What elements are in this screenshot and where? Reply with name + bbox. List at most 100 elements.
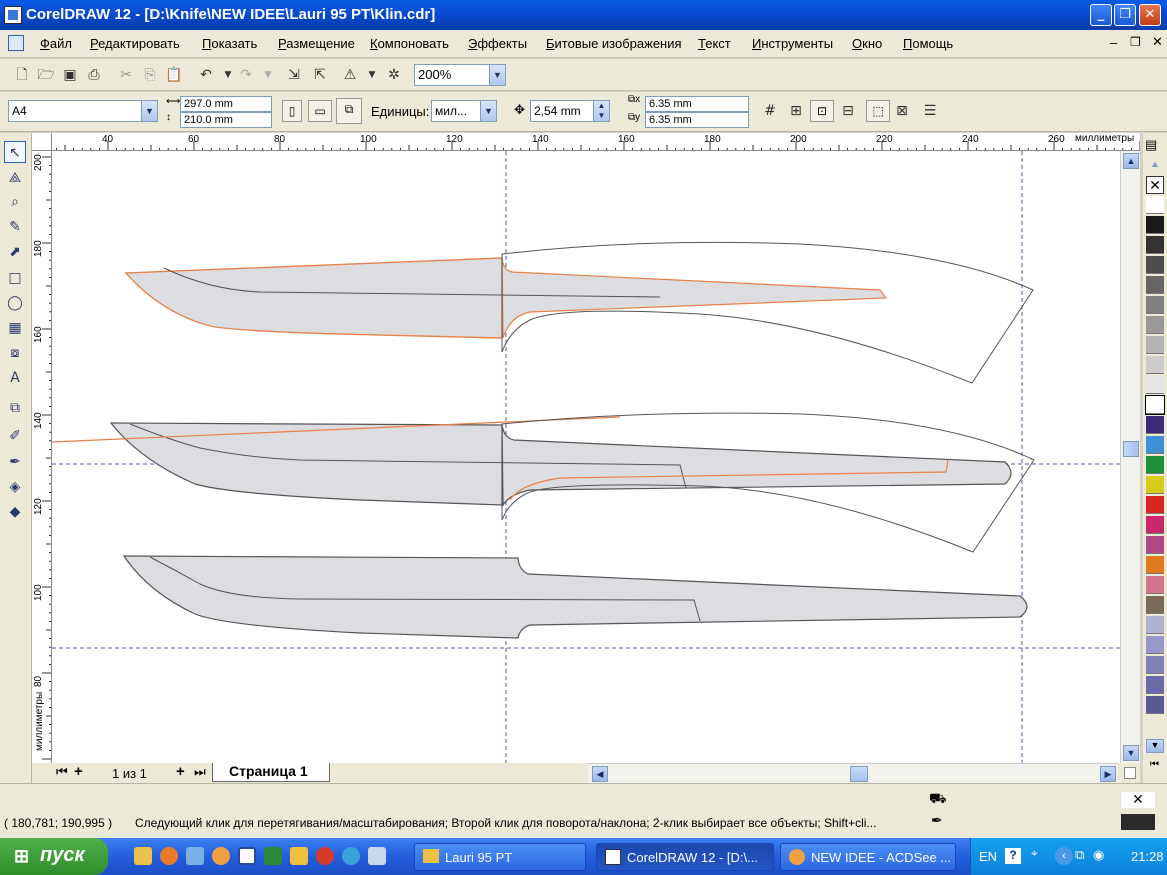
scroll-down-button[interactable]: ▼ — [1123, 745, 1139, 761]
color-swatch[interactable] — [1146, 436, 1164, 454]
ime-tray-icon[interactable]: ⌖ — [1031, 846, 1038, 861]
redo-icon[interactable]: ↷ — [236, 65, 256, 85]
acdsee-quick-icon[interactable] — [212, 847, 230, 865]
document-icon[interactable] — [8, 35, 24, 51]
knife-design-middle[interactable] — [52, 412, 1035, 553]
scroll-up-button[interactable]: ▲ — [1123, 153, 1139, 169]
landscape-button[interactable]: ▭ — [308, 100, 332, 122]
import-icon[interactable]: ⇲ — [284, 65, 304, 85]
snap-to-grid-icon[interactable]: # — [760, 101, 780, 121]
excel-quick-icon[interactable] — [264, 847, 282, 865]
snap-to-objects-button[interactable]: ⊡ — [810, 100, 834, 122]
export-icon[interactable]: ⇱ — [310, 65, 330, 85]
zoom-tool-icon[interactable]: ⌕ — [4, 191, 26, 213]
graph-paper-tool-icon[interactable]: ▦ — [4, 317, 26, 339]
redo-dropdown-icon[interactable]: ▼ — [258, 65, 278, 85]
color-swatch[interactable] — [1146, 416, 1164, 434]
scroll-left-button[interactable]: ◀ — [592, 766, 608, 782]
color-swatch[interactable] — [1146, 556, 1164, 574]
vertical-ruler[interactable]: 200 180 160 140 120 100 80 миллиметры — [32, 151, 52, 763]
color-swatch[interactable] — [1146, 656, 1164, 674]
palette-expand-icon[interactable]: ⏮ — [1150, 759, 1159, 770]
taskbar-item-folder[interactable]: Lauri 95 PT — [414, 843, 586, 871]
ellipse-tool-icon[interactable]: ◯ — [4, 292, 26, 314]
color-swatch[interactable] — [1146, 456, 1164, 474]
blade-top[interactable] — [124, 257, 503, 339]
menu-file[interactable]: Файл — [40, 36, 72, 51]
outline-pen-icon[interactable]: ✒ — [931, 812, 943, 829]
save-icon[interactable]: ▣ — [60, 65, 80, 85]
new-document-icon[interactable]: 🗋 — [12, 65, 32, 85]
interactive-blend-tool-icon[interactable]: ⧉ — [4, 397, 26, 419]
app-launcher-icon[interactable]: ⚠ — [340, 65, 360, 85]
paste-icon[interactable]: 📋 — [164, 65, 184, 85]
color-swatch[interactable] — [1146, 256, 1164, 274]
open-icon[interactable]: 🗁 — [36, 65, 56, 85]
menu-help[interactable]: Помощь — [903, 36, 953, 51]
snap-to-guidelines-icon[interactable]: ⊞ — [786, 101, 806, 121]
antivirus-tray-icon[interactable]: ◉ — [1093, 847, 1104, 863]
palette-scroll-down-icon[interactable]: ▼ — [1146, 739, 1164, 753]
doc-restore-button[interactable]: ❐ — [1130, 35, 1141, 49]
doc-close-button[interactable]: ✕ — [1152, 34, 1163, 50]
cut-icon[interactable]: ✂ — [116, 65, 136, 85]
pick-tool-icon[interactable]: ↖ — [4, 141, 26, 163]
taskbar-item-acdsee[interactable]: NEW IDEE - ACDSee ... — [780, 843, 956, 871]
portrait-button[interactable]: ▯ — [282, 100, 302, 122]
color-swatch[interactable] — [1146, 516, 1164, 534]
smart-fill-tool-icon[interactable]: ⬈ — [4, 241, 26, 263]
outline-tool-icon[interactable]: ✒ — [4, 451, 26, 473]
handle-outline-top[interactable] — [501, 241, 1034, 384]
add-page-before-button[interactable]: + — [74, 763, 83, 780]
print-icon[interactable]: ⎙ — [84, 65, 104, 85]
tang-middle[interactable] — [501, 424, 1012, 508]
drawing-canvas[interactable] — [52, 151, 1120, 763]
first-page-button[interactable]: ⏮ — [56, 764, 68, 780]
word-quick-icon[interactable] — [238, 847, 256, 865]
zoom-level-select[interactable]: 200% ▼ — [414, 64, 506, 86]
outline-color-swatch[interactable] — [1121, 814, 1155, 830]
color-swatch[interactable] — [1146, 236, 1164, 254]
menu-layout[interactable]: Размещение — [278, 36, 355, 51]
horizontal-ruler[interactable]: 40 60 80 100 120 140 160 180 200 220 240 260 миллим… — [32, 133, 1140, 151]
knife-design-bottom[interactable] — [122, 555, 1028, 639]
page-width-input[interactable]: 297.0 mm — [180, 96, 272, 112]
rectangle-tool-icon[interactable]: □ — [4, 267, 26, 289]
tray-expand-icon[interactable]: ‹ — [1055, 847, 1073, 865]
undo-dropdown-icon[interactable]: ▼ — [218, 65, 238, 85]
mail-quick-icon[interactable] — [186, 847, 204, 865]
menu-bitmaps[interactable]: Битовые изображения — [546, 36, 682, 51]
menu-view[interactable]: Показать — [202, 36, 257, 51]
undo-icon[interactable]: ↶ — [196, 65, 216, 85]
coreldraw-app-icon[interactable] — [4, 6, 22, 24]
options-icon[interactable]: ☰ — [920, 101, 940, 121]
taskbar-item-coreldraw[interactable]: CorelDRAW 12 - [D:\... — [596, 843, 774, 871]
shape-tool-icon[interactable]: ⟁ — [4, 167, 26, 189]
palette-options-icon[interactable]: ▤ — [1145, 137, 1157, 153]
help-tray-icon[interactable]: ? — [1005, 848, 1021, 864]
no-color-swatch[interactable]: ✕ — [1146, 176, 1164, 194]
ruler-origin[interactable] — [32, 133, 52, 151]
color-swatch[interactable] — [1146, 676, 1164, 694]
edit-across-layers-icon[interactable]: ⊠ — [892, 101, 912, 121]
dynamic-guides-icon[interactable]: ⊟ — [838, 101, 858, 121]
explorer-quick-icon[interactable] — [134, 847, 152, 865]
color-swatch[interactable] — [1146, 576, 1164, 594]
treat-as-filled-button[interactable]: ⬚ — [866, 100, 890, 122]
launcher-dropdown-icon[interactable]: ▼ — [362, 65, 382, 85]
vertical-scroll-thumb[interactable] — [1123, 441, 1139, 457]
menu-arrange[interactable]: Компоновать — [370, 36, 449, 51]
copy-icon[interactable]: ⎘ — [140, 65, 160, 85]
menu-tools[interactable]: Инструменты — [752, 36, 833, 51]
vertical-scrollbar[interactable]: ▲ ▼ — [1120, 151, 1140, 763]
freehand-tool-icon[interactable]: ✎ — [4, 216, 26, 238]
palette-scroll-up-icon[interactable]: ▲ — [1150, 159, 1160, 170]
knife-design-top[interactable] — [124, 241, 1034, 384]
paper-size-dropdown-icon[interactable]: ▼ — [141, 101, 157, 121]
color-swatch[interactable] — [1146, 536, 1164, 554]
blade-middle[interactable] — [109, 422, 503, 506]
folder-quick-icon[interactable] — [290, 847, 308, 865]
color-swatch[interactable] — [1145, 395, 1165, 415]
color-swatch[interactable] — [1146, 476, 1164, 494]
color-swatch[interactable] — [1146, 636, 1164, 654]
